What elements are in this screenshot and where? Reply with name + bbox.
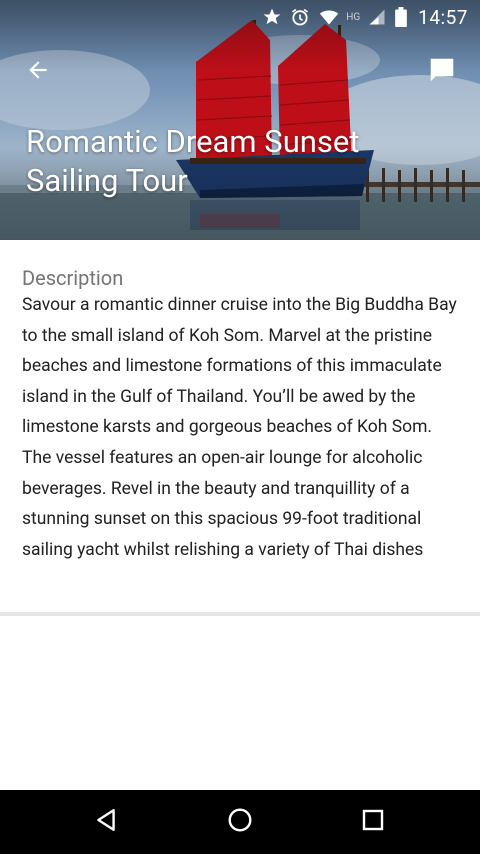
nav-home-button[interactable]	[208, 798, 272, 846]
clock: 14:57	[418, 5, 468, 29]
star-icon	[262, 7, 282, 27]
chat-bubble-icon	[427, 55, 457, 89]
signal-icon	[368, 8, 386, 26]
home-circle-icon	[227, 807, 253, 837]
back-triangle-icon	[93, 807, 119, 837]
description-text: Savour a romantic dinner cruise into the…	[22, 295, 457, 560]
nav-back-button[interactable]	[74, 798, 138, 846]
back-button[interactable]	[14, 48, 62, 96]
description-card: Description Savour a romantic dinner cru…	[0, 240, 480, 612]
battery-icon	[394, 7, 408, 27]
comment-button[interactable]	[418, 48, 466, 96]
wifi-icon	[318, 7, 340, 27]
navigation-bar	[0, 790, 480, 854]
image-scrim	[0, 0, 480, 240]
alarm-icon	[290, 7, 310, 27]
description-heading: Description	[22, 266, 124, 290]
header-image	[0, 0, 480, 240]
arrow-back-icon	[25, 57, 51, 87]
recents-square-icon	[361, 808, 385, 836]
nav-recents-button[interactable]	[341, 798, 405, 846]
status-bar: HG 14:57	[0, 0, 480, 34]
divider	[0, 612, 480, 616]
page-title: Romantic Dream Sunset Sailing Tour	[26, 123, 360, 199]
network-type-label: HG	[346, 11, 361, 23]
